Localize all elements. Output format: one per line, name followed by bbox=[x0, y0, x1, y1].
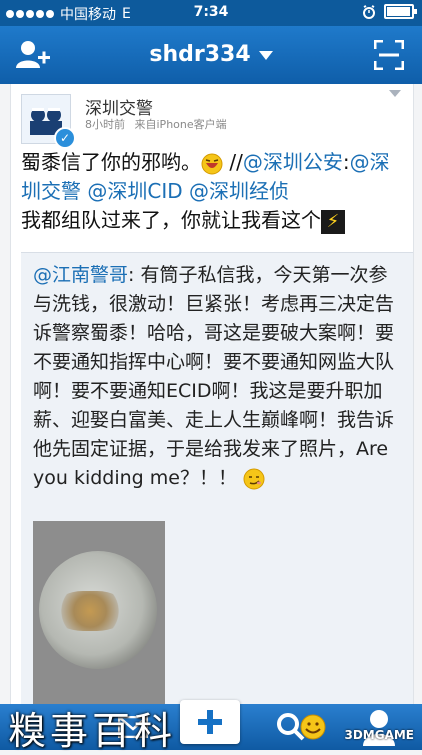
mention-link[interactable]: @江南警哥 bbox=[33, 264, 128, 286]
retweet-body: : 有筒子私信我，今天第一次参与洗钱，很激动！巨紧张！考虑再三决定告诉警察蜀黍！… bbox=[33, 264, 395, 489]
post-text-segment: : bbox=[342, 150, 350, 174]
watermark-emoji-icon bbox=[300, 714, 326, 740]
post-text: 蜀黍信了你的邪哟。 //@深圳公安:@深圳交警 @深圳CID @深圳经侦 我都组… bbox=[21, 148, 403, 235]
weibo-card[interactable]: ✓ 深圳交警 8小时前 来自iPhone客户端 蜀黍信了你的邪哟。 //@深圳公… bbox=[10, 84, 414, 705]
post-text-segment: 蜀黍信了你的邪哟。 bbox=[21, 150, 201, 174]
post-text-segment: 我都组队过来了，你就让我看这个 bbox=[21, 208, 321, 232]
retweet-text: @江南警哥: 有筒子私信我，今天第一次参与洗钱，很激动！巨紧张！考虑再三决定告诉… bbox=[33, 261, 401, 493]
chevron-down-icon[interactable] bbox=[389, 90, 401, 97]
avatar[interactable]: ✓ bbox=[21, 94, 76, 149]
status-bar: 中国移动 E 7:34 bbox=[0, 0, 422, 26]
chevron-down-icon bbox=[258, 50, 273, 60]
verified-badge-icon: ✓ bbox=[54, 127, 76, 149]
scan-icon[interactable] bbox=[374, 40, 404, 70]
alarm-icon bbox=[363, 4, 375, 19]
post-text-segment: // bbox=[223, 150, 243, 174]
lightning-emoji-icon: ⚡ bbox=[321, 209, 345, 234]
laughing-emoji-icon bbox=[201, 153, 223, 174]
page-title: shdr334 bbox=[149, 42, 251, 67]
battery-icon bbox=[384, 4, 417, 19]
account-switcher[interactable]: shdr334 bbox=[0, 42, 422, 67]
nav-bar: shdr334 bbox=[0, 26, 422, 84]
mention-link[interactable]: @深圳经侦 bbox=[189, 179, 289, 203]
watermark-text: 糗事百科 bbox=[8, 709, 177, 753]
post-image[interactable] bbox=[33, 521, 165, 705]
post-time: 8小时前 bbox=[85, 118, 125, 131]
coins-image bbox=[55, 591, 125, 631]
status-right bbox=[362, 4, 417, 19]
mention-link[interactable]: @深圳CID bbox=[87, 179, 182, 203]
post-source: 来自iPhone客户端 bbox=[134, 118, 227, 131]
site-logo: 3DMGAME bbox=[344, 728, 414, 742]
compose-plus-button[interactable] bbox=[180, 700, 240, 744]
smirk-emoji-icon bbox=[243, 468, 265, 489]
post-meta: 8小时前 来自iPhone客户端 bbox=[85, 116, 233, 132]
mention-link[interactable]: @深圳公安 bbox=[243, 150, 343, 174]
retweet-box[interactable]: @江南警哥: 有筒子私信我，今天第一次参与洗钱，很激动！巨紧张！考虑再三决定告诉… bbox=[21, 252, 413, 705]
status-time: 7:34 bbox=[193, 4, 229, 20]
